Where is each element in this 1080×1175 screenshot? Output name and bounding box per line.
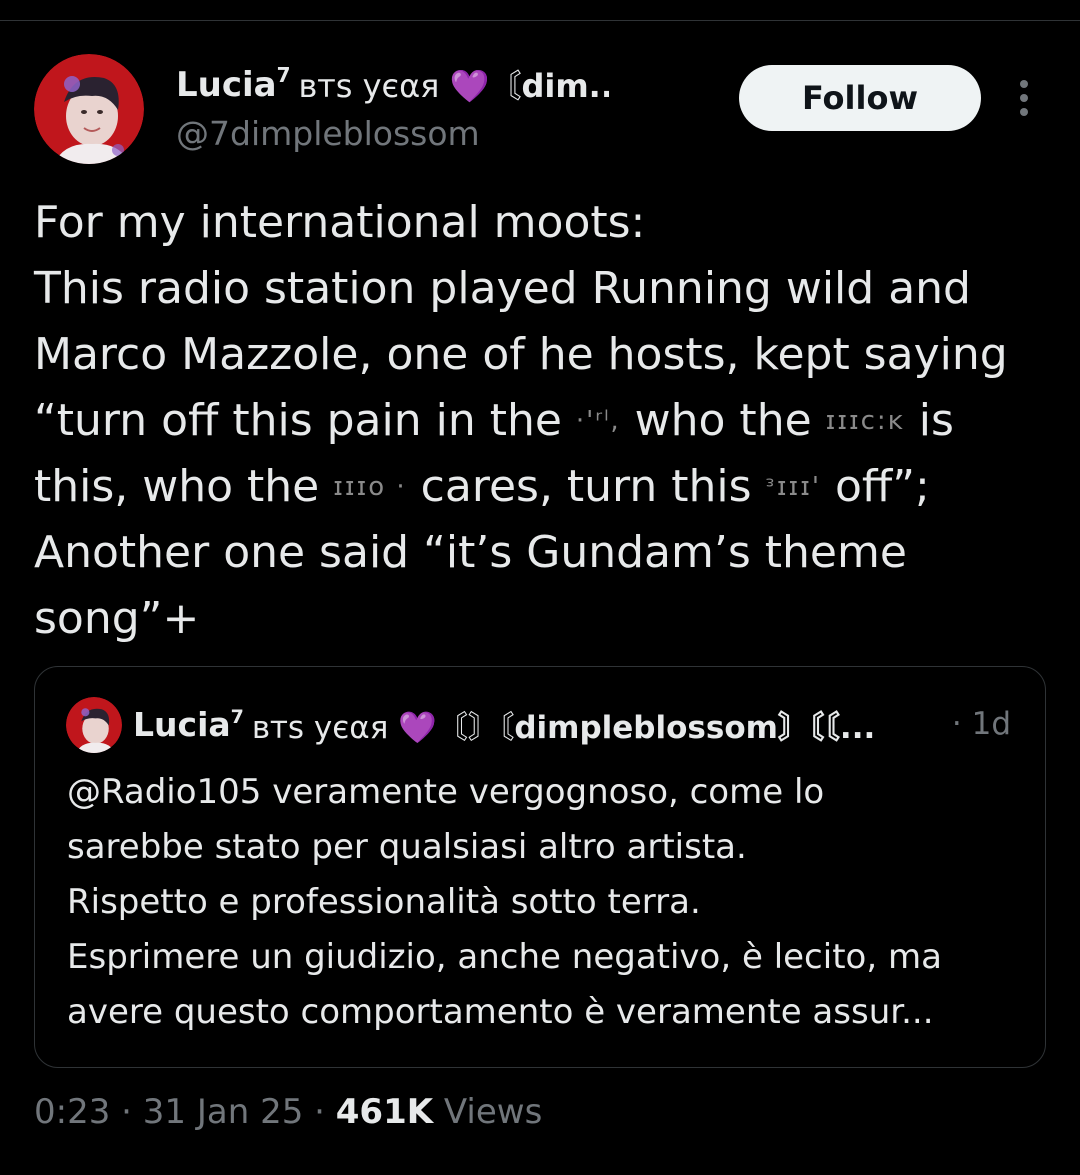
tweet-line: This radio station played Running wild a…	[34, 263, 971, 314]
quote-line: avere questo comportamento è veramente a…	[67, 992, 934, 1032]
censored-word: ᵌɪɪɪ'	[765, 472, 822, 502]
more-vertical-icon[interactable]	[1006, 76, 1042, 120]
author-avatar[interactable]	[34, 54, 144, 164]
tweet-text: For my international moots: This radio s…	[34, 190, 1064, 652]
author-name-suffix: ʙᴛs уєαя 💜〘dim...	[298, 67, 609, 105]
timestamp[interactable]: 0:23 · 31 Jan 25 ·	[34, 1092, 325, 1132]
quote-line: Esprimere un giudizio, anche negativo, è…	[67, 937, 942, 977]
censored-word: ɪɪɪᴄ:ᴋ	[825, 406, 905, 436]
views-count: 461K	[335, 1092, 434, 1132]
tweet-line: this, who the ɪɪɪᴏ · cares, turn this ᵌɪ…	[34, 461, 930, 512]
tweet-line: Marco Mazzole, one of he hosts, kept say…	[34, 329, 1008, 380]
tweet-line: song”+	[34, 593, 200, 644]
quote-line: @Radio105 veramente vergognoso, come lo	[67, 772, 825, 812]
quote-author-avatar[interactable]	[66, 697, 122, 753]
quote-header: Lucia7 ʙᴛs уєαя 💜〘〙〘dimpleblossom〙〘〘... …	[133, 700, 1011, 748]
tweet-meta: 0:23 · 31 Jan 25 · 461K Views	[34, 1092, 542, 1132]
author-handle[interactable]: @7dimpleblossom	[176, 114, 716, 153]
views-label: Views	[443, 1092, 543, 1132]
quote-author-name-suffix: ʙᴛs уєαя 💜〘〙〘dimpleblossom〙〘〘...	[251, 709, 876, 746]
avatar-image	[34, 54, 144, 164]
author-display-name[interactable]: Lucia7	[176, 63, 291, 105]
tweet-line: “turn off this pain in the ·'ʳˡ, who the…	[34, 395, 954, 446]
author-name-line[interactable]: Lucia7 ʙᴛs уєαя 💜〘dim...	[176, 60, 716, 108]
quote-text: @Radio105 veramente vergognoso, come lo …	[67, 765, 1017, 1040]
quote-avatar-image	[66, 697, 122, 753]
censored-word: ·'ʳˡ,	[575, 406, 621, 436]
quoted-tweet-card[interactable]: Lucia7 ʙᴛs уєαя 💜〘〙〘dimpleblossom〙〘〘... …	[34, 666, 1046, 1068]
follow-button[interactable]: Follow	[739, 65, 981, 131]
quote-line: sarebbe stato per qualsiasi altro artist…	[67, 827, 747, 867]
censored-word: ɪɪɪᴏ ·	[333, 472, 407, 502]
quote-timestamp[interactable]: · 1d	[952, 706, 1011, 742]
tweet-line: Another one said “it’s Gundam’s theme	[34, 527, 907, 578]
tweet-line: For my international moots:	[34, 197, 646, 248]
tweet-header: Lucia7 ʙᴛs уєαя 💜〘dim... @7dimpleblossom	[176, 60, 716, 153]
quote-line: Rispetto e professionalità sotto terra.	[67, 882, 701, 922]
top-divider	[0, 20, 1080, 21]
quote-author-display-name[interactable]: Lucia7	[133, 705, 244, 744]
